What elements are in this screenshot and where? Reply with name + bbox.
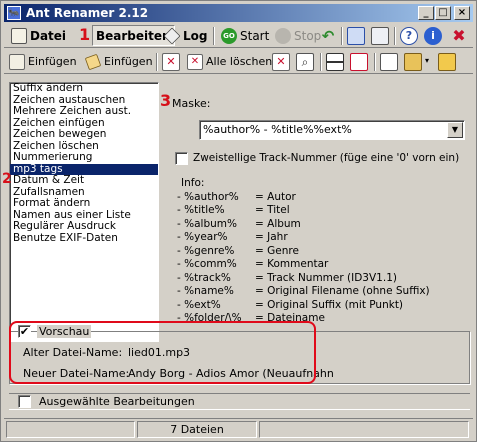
info-row: - %folder/\% = Dateiname [177, 312, 325, 324]
list-item[interactable]: Benutze EXIF-Daten [10, 232, 158, 245]
tab-datei[interactable]: Datei [8, 25, 69, 46]
separator [341, 27, 343, 45]
magnifier-icon[interactable]: ⌕ [296, 53, 314, 71]
mask-value: %author% - %title%%ext% [203, 123, 352, 136]
grid-remove-icon[interactable] [350, 53, 368, 71]
main-toolbar: Datei 1 Bearbeiten Log GO Start Stop ↶ ?… [4, 24, 473, 48]
new-file-icon[interactable] [380, 53, 398, 71]
insert-label-2: Einfügen [104, 55, 153, 68]
delete-icon[interactable]: ✕ [162, 53, 180, 71]
separator [156, 53, 158, 71]
document-icon [11, 27, 27, 44]
track-number-checkbox[interactable] [175, 152, 188, 165]
delete-all-button[interactable]: ✕ Alle löschen [184, 51, 275, 72]
info-row: - %album% = Album [177, 217, 301, 230]
info-row: - %ext% = Original Suffix (mit Punkt) [177, 298, 404, 311]
help-icon[interactable]: ? [400, 27, 418, 45]
tab-log[interactable]: Log [161, 25, 210, 46]
delete-all-label: Alle löschen [206, 55, 273, 68]
annotation-3: 3 [160, 91, 172, 110]
separator [213, 27, 215, 45]
new-name-value: Andy Borg - Adios Amor (Neuaufnahn [128, 367, 334, 380]
tab-bearbeiten-label: Bearbeiten [96, 28, 171, 43]
selected-ops-label: Ausgewählte Bearbeitungen [37, 395, 197, 408]
info-row: - %year% = Jahr [177, 231, 288, 243]
list-item[interactable]: Suffix ändern [10, 83, 158, 95]
info-icon[interactable]: i [424, 27, 442, 45]
insert-button-1[interactable]: Einfügen [6, 51, 80, 72]
annotation-2: 2 [2, 171, 12, 187]
status-bar: 7 Dateien [4, 418, 473, 438]
pencil-icon [84, 53, 102, 70]
edit-toolbar: Einfügen Einfügen ✕ ✕ Alle löschen ✕ ⌕ ▾ [4, 50, 473, 74]
tab-datei-label: Datei [30, 28, 67, 43]
mask-combobox[interactable]: %author% - %title%%ext% ▼ [199, 120, 465, 140]
track-number-label: Zweistellige Track-Nummer (füge eine '0'… [193, 152, 460, 164]
info-row: - %track% = Track Nummer (ID3V1.1) [177, 271, 397, 284]
old-name-value: lied01.mp3 [128, 346, 191, 359]
window-title: Ant Renamer 2.12 [26, 6, 149, 20]
preview-label: Vorschau [37, 325, 92, 338]
stop-label: Stop [294, 28, 322, 43]
old-name-label: Alter Datei-Name: [23, 346, 123, 359]
insert-button-2[interactable]: Einfügen [82, 51, 156, 72]
list-item[interactable]: Mehrere Zeichen aust. [10, 106, 158, 118]
actions-list[interactable]: Suffix ändern Zeichen austauschen Mehrer… [9, 82, 159, 342]
ant-app-icon: 🐜 [7, 6, 21, 20]
log-icon [163, 27, 181, 44]
status-cell-empty [259, 421, 469, 438]
info-row: - %name% = Original Filename (ohne Suffix… [177, 285, 430, 297]
app-window: 🐜 Ant Renamer 2.12 _ □ × Datei 1 Bearbei… [0, 0, 477, 442]
options-panel: 3 Maske: %author% - %title%%ext% ▼ Zweis… [160, 82, 471, 342]
undo-icon[interactable]: ↶ [319, 27, 337, 45]
window-icon[interactable] [347, 27, 365, 45]
info-block: Info: - %author% = Autor - %title% = Titel… [177, 177, 430, 326]
stop-icon [275, 27, 291, 44]
settings-panel-icon[interactable] [371, 27, 389, 45]
mask-label: Maske: [172, 97, 211, 110]
exit-icon[interactable]: ✖ [450, 27, 468, 45]
maximize-button[interactable]: □ [435, 6, 451, 20]
info-row: - %title% = Titel [177, 204, 290, 216]
list-item[interactable]: Datum & Zeit [10, 175, 158, 187]
file-count: 7 Dateien [137, 421, 257, 438]
info-row: - %genre% = Genre [177, 244, 299, 257]
list-item[interactable]: Regulärer Ausdruck [10, 221, 158, 233]
minimize-button[interactable]: _ [418, 6, 434, 20]
grid-icon[interactable] [326, 53, 344, 71]
delete-others-icon[interactable]: ✕ [272, 53, 290, 71]
dropdown-arrow-icon[interactable]: ▾ [425, 56, 429, 65]
save-icon[interactable] [438, 53, 456, 71]
title-bar[interactable]: 🐜 Ant Renamer 2.12 _ □ × [4, 4, 473, 22]
stop-button[interactable]: Stop [272, 25, 324, 46]
status-cell-empty [6, 421, 135, 438]
new-name-label: Neuer Datei-Name: [23, 367, 130, 380]
list-item[interactable]: Nummerierung [10, 152, 158, 164]
insert-label-1: Einfügen [28, 55, 77, 68]
chevron-down-icon[interactable]: ▼ [447, 122, 463, 138]
start-label: Start [240, 28, 270, 43]
info-row: - %author% = Autor [177, 190, 296, 203]
tab-log-label: Log [183, 28, 208, 43]
go-icon: GO [221, 27, 237, 44]
start-button[interactable]: GO Start [218, 25, 272, 46]
separator [374, 53, 376, 71]
delete-all-icon: ✕ [187, 53, 203, 70]
list-item[interactable]: Format ändern [10, 198, 158, 210]
selected-ops-checkbox[interactable] [18, 395, 31, 408]
list-item[interactable]: Zeichen bewegen [10, 129, 158, 141]
preview-checkbox[interactable]: ✔ [18, 325, 31, 338]
info-heading: Info: [181, 177, 205, 189]
separator [394, 27, 396, 45]
insert-icon [9, 53, 25, 70]
close-button[interactable]: × [454, 6, 470, 20]
annotation-1: 1 [79, 25, 91, 44]
open-folder-icon[interactable] [404, 53, 422, 71]
separator [320, 53, 322, 71]
info-row: - %comm% = Kommentar [177, 258, 329, 270]
